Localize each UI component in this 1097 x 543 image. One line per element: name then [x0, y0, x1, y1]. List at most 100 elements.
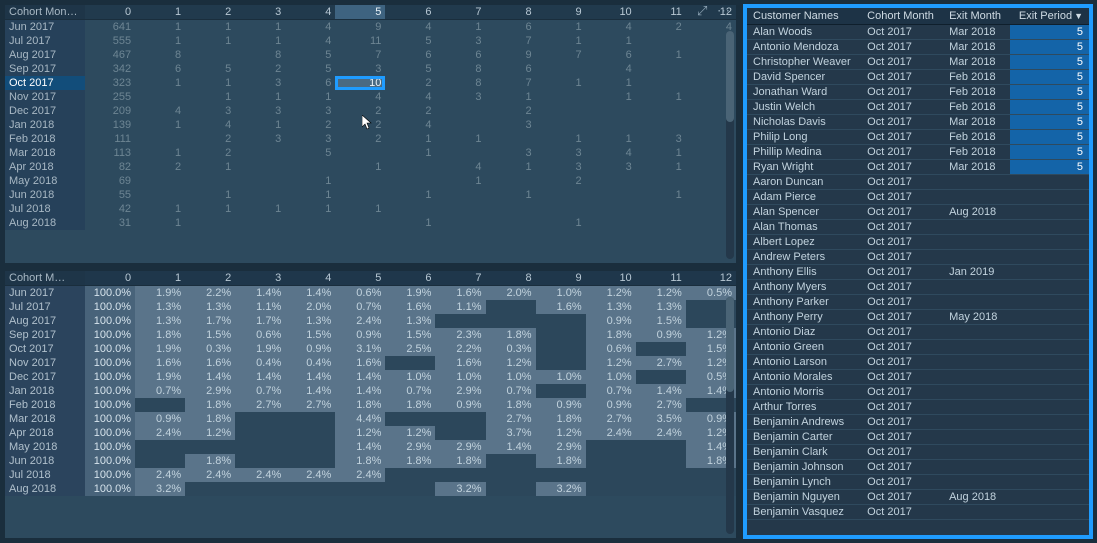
- cohort-count-matrix[interactable]: ⤢ ⋯ Cohort Mon…0123456789101112Jun 20176…: [4, 4, 737, 264]
- matrix-cell[interactable]: 6: [385, 48, 435, 62]
- column-header[interactable]: 3: [235, 271, 285, 286]
- matrix-cell[interactable]: 2: [185, 146, 235, 160]
- matrix-cell[interactable]: 1: [586, 132, 636, 146]
- matrix-cell[interactable]: 6: [486, 20, 536, 35]
- matrix-cell[interactable]: 2.7%: [586, 412, 636, 426]
- table-row[interactable]: Adam PierceOct 2017: [747, 190, 1089, 205]
- column-header[interactable]: 10: [586, 5, 636, 20]
- table-row[interactable]: Antonio DiazOct 2017: [747, 325, 1089, 340]
- row-label[interactable]: Jan 2018: [5, 384, 85, 398]
- column-header[interactable]: 6: [385, 271, 435, 286]
- matrix-cell[interactable]: 1.0%: [536, 286, 586, 301]
- matrix-cell[interactable]: 1: [235, 90, 285, 104]
- matrix-cell[interactable]: [435, 412, 485, 426]
- matrix-cell[interactable]: [435, 468, 485, 482]
- matrix-cell[interactable]: 1.8%: [586, 328, 636, 342]
- matrix-cell[interactable]: 4: [385, 20, 435, 35]
- column-header[interactable]: 11: [636, 271, 686, 286]
- row-label[interactable]: Dec 2017: [5, 370, 85, 384]
- matrix-cell[interactable]: 2.0%: [285, 300, 335, 314]
- vertical-scrollbar[interactable]: [726, 31, 734, 259]
- matrix-cell[interactable]: 1: [285, 188, 335, 202]
- matrix-cell[interactable]: [235, 426, 285, 440]
- matrix-cell[interactable]: [285, 440, 335, 454]
- row-label[interactable]: Jun 2017: [5, 286, 85, 301]
- column-header[interactable]: Customer Names: [747, 8, 861, 25]
- matrix-cell[interactable]: [636, 76, 686, 90]
- matrix-cell[interactable]: 0.7%: [335, 300, 385, 314]
- matrix-cell[interactable]: [586, 202, 636, 216]
- matrix-cell[interactable]: 100.0%: [85, 412, 135, 426]
- matrix-cell[interactable]: 2.7%: [636, 398, 686, 412]
- matrix-cell[interactable]: 3: [536, 146, 586, 160]
- matrix-cell[interactable]: 1: [335, 202, 385, 216]
- matrix-cell[interactable]: 1: [586, 76, 636, 90]
- table-row[interactable]: Aaron DuncanOct 2017: [747, 175, 1089, 190]
- matrix-cell[interactable]: [486, 468, 536, 482]
- matrix-cell[interactable]: 10: [335, 76, 385, 90]
- column-header[interactable]: 10: [586, 271, 636, 286]
- matrix-cell[interactable]: [235, 160, 285, 174]
- focus-mode-icon[interactable]: ⤢: [697, 3, 707, 19]
- matrix-cell[interactable]: 1: [185, 188, 235, 202]
- matrix-cell[interactable]: [636, 174, 686, 188]
- scrollbar-thumb[interactable]: [726, 297, 734, 392]
- matrix-cell[interactable]: 2: [335, 118, 385, 132]
- matrix-cell[interactable]: 1.2%: [586, 356, 636, 370]
- matrix-cell[interactable]: [385, 202, 435, 216]
- matrix-cell[interactable]: 0.7%: [235, 384, 285, 398]
- row-label[interactable]: Jul 2018: [5, 202, 85, 216]
- matrix-cell[interactable]: 1.6%: [536, 300, 586, 314]
- matrix-cell[interactable]: 1.5%: [185, 328, 235, 342]
- matrix-cell[interactable]: 100.0%: [85, 426, 135, 440]
- column-header[interactable]: 6: [385, 5, 435, 20]
- matrix-cell[interactable]: 100.0%: [85, 356, 135, 370]
- matrix-cell[interactable]: 2.3%: [435, 328, 485, 342]
- matrix-cell[interactable]: 2.9%: [435, 384, 485, 398]
- table-row[interactable]: Benjamin CarterOct 2017: [747, 430, 1089, 445]
- column-header[interactable]: 4: [285, 5, 335, 20]
- matrix-cell[interactable]: 4: [435, 160, 485, 174]
- row-label[interactable]: Aug 2017: [5, 48, 85, 62]
- matrix-cell[interactable]: [486, 132, 536, 146]
- row-label[interactable]: Jun 2018: [5, 454, 85, 468]
- matrix-cell[interactable]: [536, 62, 586, 76]
- more-options-icon[interactable]: ⋯: [717, 3, 730, 19]
- row-label[interactable]: Sep 2017: [5, 62, 85, 76]
- matrix-cell[interactable]: 1.4%: [335, 370, 385, 384]
- matrix-cell[interactable]: 209: [85, 104, 135, 118]
- matrix-cell[interactable]: 1.4%: [235, 370, 285, 384]
- matrix-cell[interactable]: 2.7%: [285, 398, 335, 412]
- matrix-cell[interactable]: [636, 482, 686, 496]
- matrix-cell[interactable]: 113: [85, 146, 135, 160]
- matrix-cell[interactable]: 0.4%: [235, 356, 285, 370]
- matrix-cell[interactable]: 0.6%: [335, 286, 385, 301]
- table-row[interactable]: Antonio LarsonOct 2017: [747, 355, 1089, 370]
- matrix-cell[interactable]: 5: [285, 62, 335, 76]
- matrix-cell[interactable]: 100.0%: [85, 328, 135, 342]
- matrix-cell[interactable]: [636, 62, 686, 76]
- column-header[interactable]: 9: [536, 5, 586, 20]
- matrix-cell[interactable]: 4: [285, 34, 335, 48]
- matrix-cell[interactable]: [586, 454, 636, 468]
- matrix-cell[interactable]: 100.0%: [85, 454, 135, 468]
- matrix-cell[interactable]: 1.4%: [185, 370, 235, 384]
- row-label[interactable]: Feb 2018: [5, 132, 85, 146]
- matrix-cell[interactable]: 1: [285, 202, 335, 216]
- matrix-cell[interactable]: 1: [435, 20, 485, 35]
- matrix-cell[interactable]: 1: [536, 20, 586, 35]
- matrix-cell[interactable]: 2.4%: [135, 426, 185, 440]
- column-header[interactable]: 8: [486, 5, 536, 20]
- matrix-cell[interactable]: 1: [385, 132, 435, 146]
- matrix-cell[interactable]: 1.6%: [435, 356, 485, 370]
- matrix-cell[interactable]: 4: [335, 90, 385, 104]
- matrix-cell[interactable]: [385, 468, 435, 482]
- matrix-cell[interactable]: [486, 202, 536, 216]
- matrix-cell[interactable]: [135, 174, 185, 188]
- matrix-cell[interactable]: 3.2%: [435, 482, 485, 496]
- matrix-cell[interactable]: 0.9%: [636, 328, 686, 342]
- matrix-cell[interactable]: [235, 146, 285, 160]
- matrix-cell[interactable]: 5: [285, 146, 335, 160]
- matrix-cell[interactable]: 1.5%: [385, 328, 435, 342]
- matrix-cell[interactable]: [335, 174, 385, 188]
